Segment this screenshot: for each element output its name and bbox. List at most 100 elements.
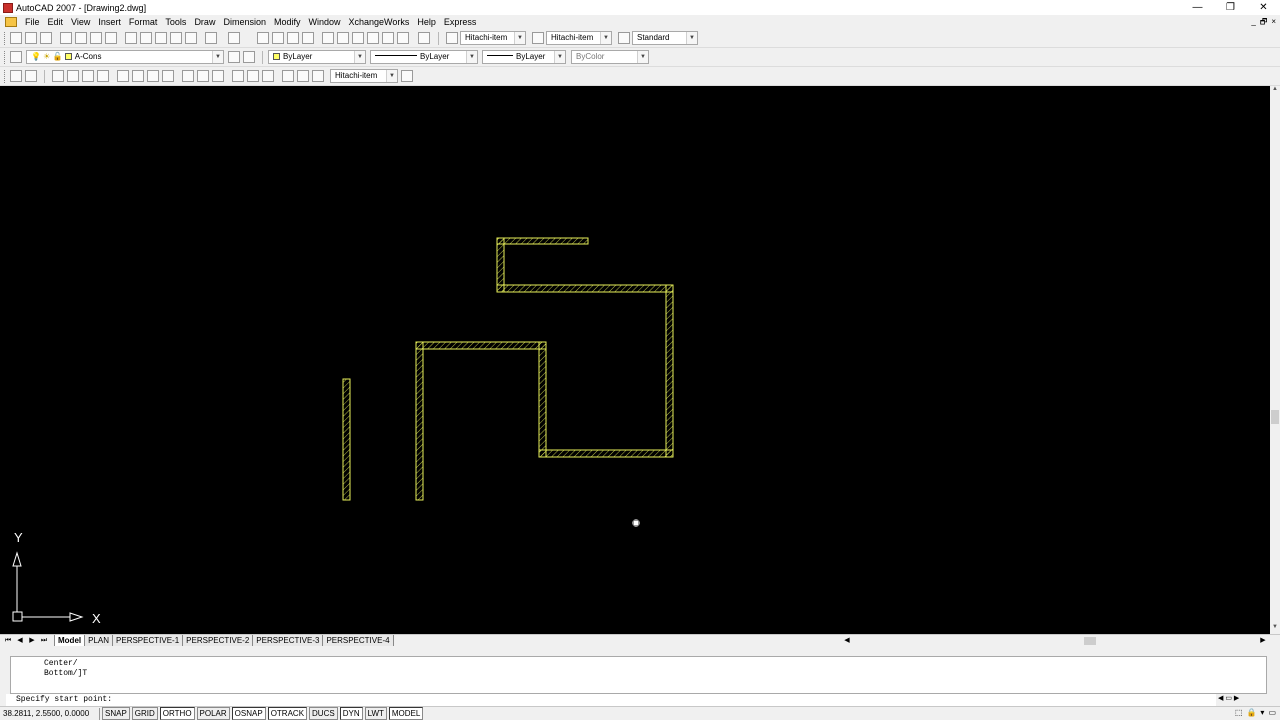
- horizontal-scrollbar[interactable]: ◀ ▶: [838, 636, 1268, 646]
- chevron-down-icon[interactable]: ▼: [386, 70, 397, 82]
- continue-dimension-icon[interactable]: [212, 70, 224, 82]
- layer-previous-icon[interactable]: [243, 51, 255, 63]
- wall-segment[interactable]: [415, 341, 424, 501]
- scroll-thumb[interactable]: [1271, 410, 1279, 424]
- menu-window[interactable]: Window: [305, 15, 345, 29]
- coordinate-readout[interactable]: 38.2811, 2.5500, 0.0000: [0, 707, 100, 720]
- dimension-style-combo[interactable]: Hitachi-item ▼: [330, 69, 398, 83]
- grid-toggle[interactable]: GRID: [131, 707, 158, 720]
- diameter-dimension-icon[interactable]: [147, 70, 159, 82]
- aligned-dimension-icon[interactable]: [67, 70, 79, 82]
- doc-close-button[interactable]: ×: [1271, 15, 1276, 29]
- zoom-window-icon[interactable]: [287, 32, 299, 44]
- minimize-button[interactable]: —: [1181, 0, 1214, 15]
- drawing-canvas[interactable]: Y X: [0, 86, 1270, 634]
- save-icon[interactable]: [40, 32, 52, 44]
- scroll-down-icon[interactable]: ▼: [1270, 624, 1280, 634]
- dyn-toggle[interactable]: DYN: [339, 707, 363, 720]
- toolbar-grip[interactable]: [4, 32, 7, 45]
- linear-dimension-icon[interactable]: [52, 70, 64, 82]
- osnap-toggle[interactable]: OSNAP: [231, 707, 266, 720]
- text-style-icon[interactable]: [446, 32, 458, 44]
- zoom-previous-icon[interactable]: [302, 32, 314, 44]
- wall-segment[interactable]: [538, 341, 547, 458]
- table-style-combo[interactable]: Standard ▼: [632, 31, 698, 45]
- pan-icon[interactable]: [257, 32, 269, 44]
- menu-modify[interactable]: Modify: [270, 15, 305, 29]
- center-mark-icon[interactable]: [262, 70, 274, 82]
- dim-style-combo[interactable]: Hitachi-item ▼: [546, 31, 612, 45]
- command-hscroll[interactable]: ◀ ▭ ▶: [1218, 694, 1268, 704]
- 3d-dwf-icon[interactable]: [105, 32, 117, 44]
- chevron-down-icon[interactable]: ▼: [686, 32, 697, 44]
- wall-segment[interactable]: [665, 284, 674, 458]
- menu-view[interactable]: View: [67, 15, 94, 29]
- tray-settings-icon[interactable]: ▾: [1260, 708, 1264, 717]
- communication-center-icon[interactable]: ⬚: [1235, 708, 1243, 717]
- properties-icon[interactable]: [322, 32, 334, 44]
- layer-combo[interactable]: 💡 ☀ 🔓 A-Cons ▼: [26, 50, 224, 64]
- dimension-text-edit-icon[interactable]: [297, 70, 309, 82]
- ducs-toggle[interactable]: DUCS: [309, 707, 338, 720]
- menu-file[interactable]: File: [21, 15, 44, 29]
- close-button[interactable]: ✕: [1247, 0, 1280, 15]
- ordinate-dimension-icon[interactable]: [97, 70, 109, 82]
- redo-icon[interactable]: [228, 32, 240, 44]
- undo-icon[interactable]: [205, 32, 217, 44]
- scroll-right-icon[interactable]: ▶: [1258, 636, 1268, 646]
- wall-group-middle[interactable]: [415, 341, 547, 501]
- text-style-combo[interactable]: Hitachi-item ▼: [460, 31, 526, 45]
- table-style-icon[interactable]: [618, 32, 630, 44]
- lock-icon[interactable]: 🔒: [1246, 708, 1256, 717]
- menu-tools[interactable]: Tools: [161, 15, 190, 29]
- cut-icon[interactable]: [125, 32, 137, 44]
- dim-style-icon[interactable]: [532, 32, 544, 44]
- menu-draw[interactable]: Draw: [190, 15, 219, 29]
- toolbar-grip[interactable]: [4, 51, 7, 64]
- quickcalc-icon[interactable]: [397, 32, 409, 44]
- plot-preview-icon[interactable]: [75, 32, 87, 44]
- chevron-down-icon[interactable]: ▼: [600, 32, 611, 44]
- linetype-combo[interactable]: ByLayer ▼: [370, 50, 478, 64]
- baseline-dimension-icon[interactable]: [197, 70, 209, 82]
- menu-help[interactable]: Help: [413, 15, 440, 29]
- copy-icon[interactable]: [140, 32, 152, 44]
- chevron-down-icon[interactable]: ▼: [212, 51, 223, 63]
- menu-insert[interactable]: Insert: [94, 15, 125, 29]
- paste-icon[interactable]: [155, 32, 167, 44]
- design-center-icon[interactable]: [337, 32, 349, 44]
- polar-toggle[interactable]: POLAR: [196, 707, 230, 720]
- toolbar-grip[interactable]: [4, 70, 7, 83]
- wall-segment[interactable]: [496, 237, 589, 245]
- help-icon[interactable]: [418, 32, 430, 44]
- autocad-app-icon[interactable]: [3, 2, 13, 13]
- dimension-edit-icon[interactable]: [282, 70, 294, 82]
- menu-express[interactable]: Express: [440, 15, 481, 29]
- command-scrollbar[interactable]: [1268, 656, 1280, 694]
- scroll-left-icon[interactable]: ◀: [842, 636, 852, 646]
- tolerance-icon[interactable]: [247, 70, 259, 82]
- vertical-scrollbar[interactable]: ▲ ▼: [1270, 86, 1280, 634]
- document-menu-icon[interactable]: [5, 17, 17, 27]
- wall-segment[interactable]: [538, 449, 674, 458]
- scroll-thumb[interactable]: [1084, 637, 1096, 645]
- otrack-toggle[interactable]: OTRACK: [267, 707, 308, 720]
- angular-dimension-icon[interactable]: [162, 70, 174, 82]
- lwt-toggle[interactable]: LWT: [364, 707, 387, 720]
- next-tab-icon[interactable]: ▶: [27, 636, 37, 646]
- last-tab-icon[interactable]: ⏭: [39, 636, 49, 646]
- dimension-style-manager-icon[interactable]: [401, 70, 413, 82]
- dimension-update-icon[interactable]: [312, 70, 324, 82]
- open-icon[interactable]: [25, 32, 37, 44]
- clean-screen-icon[interactable]: ▭: [1268, 708, 1276, 717]
- quick-dimension-icon[interactable]: [182, 70, 194, 82]
- model-toggle[interactable]: MODEL: [388, 707, 424, 720]
- menu-format[interactable]: Format: [125, 15, 162, 29]
- drawing-svg[interactable]: Y X: [0, 86, 1270, 634]
- wall-segment[interactable]: [415, 341, 547, 350]
- block-editor-icon[interactable]: [185, 32, 197, 44]
- restore-button[interactable]: ❐: [1214, 0, 1247, 15]
- arc-length-icon[interactable]: [82, 70, 94, 82]
- quick-leader-icon[interactable]: [232, 70, 244, 82]
- layer-manager-icon[interactable]: [10, 51, 22, 63]
